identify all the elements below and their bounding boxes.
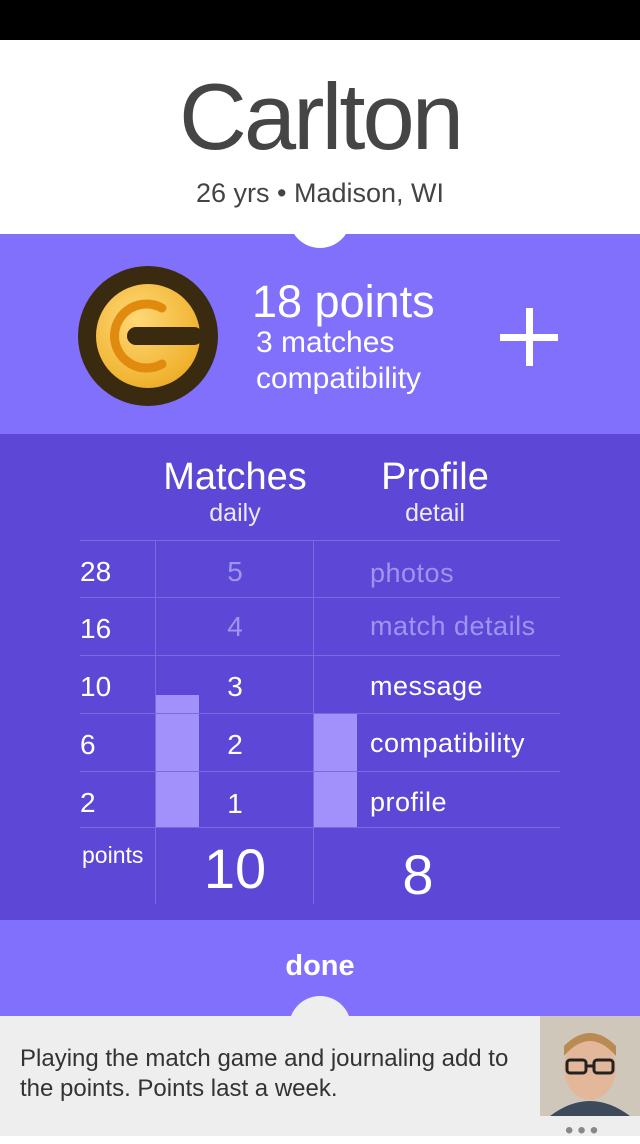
matches-count: 4 [227, 611, 243, 642]
points-summary: 18 points 3 matches compatibility [0, 212, 640, 434]
matches-count: 1 [227, 788, 243, 819]
profile-item-profile: profile [370, 787, 448, 817]
profile-item-match-details: match details [370, 611, 536, 641]
more-icon[interactable]: ••• [565, 1119, 602, 1143]
row-points: 16 [80, 613, 112, 644]
matches-count: 3 [227, 671, 243, 702]
profile-meta: 26 yrs • Madison, WI [195, 178, 445, 208]
add-points-button[interactable] [494, 302, 564, 372]
matches-total: 10 [203, 837, 267, 900]
row-points: 10 [80, 671, 112, 702]
profile-item-photos: photos [370, 558, 455, 588]
matches-count: 5 [227, 556, 243, 587]
profile-item-compatibility: compatibility [370, 728, 526, 758]
profile-total: 8 [402, 843, 434, 906]
row-points: 28 [80, 556, 112, 587]
points-total: 18 points [252, 276, 435, 327]
matches-count: 2 [227, 729, 243, 760]
points-label: points [82, 842, 144, 868]
profile-name: Carlton [178, 64, 464, 169]
profile-item-message: message [370, 671, 484, 701]
points-grid: 28 16 10 6 2 5 4 3 2 1 photos match deta… [80, 540, 560, 906]
tip-text: Playing the match game and journaling ad… [20, 1045, 509, 1102]
points-compatibility: compatibility [256, 362, 422, 395]
points-table: Matches daily Profile detail 28 16 10 6 … [0, 434, 640, 920]
points-matches: 3 matches [256, 326, 395, 359]
done-label: done [285, 950, 355, 982]
tip-panel: Playing the match game and journaling ad… [0, 996, 640, 1143]
notch [289, 212, 351, 248]
coin-badge-icon [78, 266, 218, 406]
status-bar [0, 0, 640, 40]
avatar [540, 1016, 640, 1116]
profile-header: Carlton 26 yrs • Madison, WI [0, 40, 640, 234]
row-points: 6 [80, 729, 96, 760]
row-points: 2 [80, 787, 96, 818]
profile-column-header: Profile detail [381, 456, 489, 527]
profile-level-bar [314, 713, 357, 827]
matches-column-header: Matches daily [163, 456, 307, 527]
